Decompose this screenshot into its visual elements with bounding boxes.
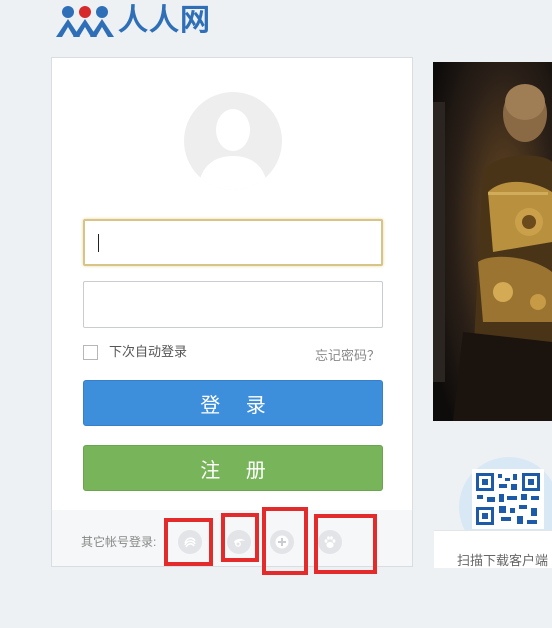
default-avatar (184, 92, 282, 190)
username-input[interactable] (83, 219, 383, 266)
warrior-artwork (433, 62, 552, 421)
renren-logo-icon (56, 6, 114, 37)
text-cursor (98, 234, 99, 252)
qr-code-icon (475, 472, 541, 526)
qr-code[interactable] (472, 469, 544, 529)
other-login-label: 其它帐号登录: (81, 535, 157, 549)
promo-image[interactable] (433, 62, 552, 421)
logo-text: 人人网 (118, 4, 211, 37)
remember-label: 下次自动登录 (109, 344, 188, 359)
remember-checkbox[interactable] (83, 344, 98, 360)
download-client-caption: 扫描下载客户端 (457, 553, 549, 568)
highlight-box (164, 518, 213, 566)
login-card: 下次自动登录 忘记密码？ 登 录 注 册 其它帐号登录: (51, 57, 413, 567)
logo[interactable]: 人人网 (54, 2, 211, 40)
password-input[interactable] (83, 281, 383, 328)
register-button[interactable]: 注 册 (83, 445, 383, 491)
remember-me[interactable]: 下次自动登录 (83, 344, 187, 360)
login-button[interactable]: 登 录 (83, 380, 383, 426)
forgot-password-link[interactable]: 忘记密码？ (315, 345, 380, 364)
user-silhouette-icon (198, 109, 268, 190)
highlight-box (262, 507, 308, 575)
highlight-box (314, 514, 377, 574)
highlight-box (221, 513, 259, 562)
